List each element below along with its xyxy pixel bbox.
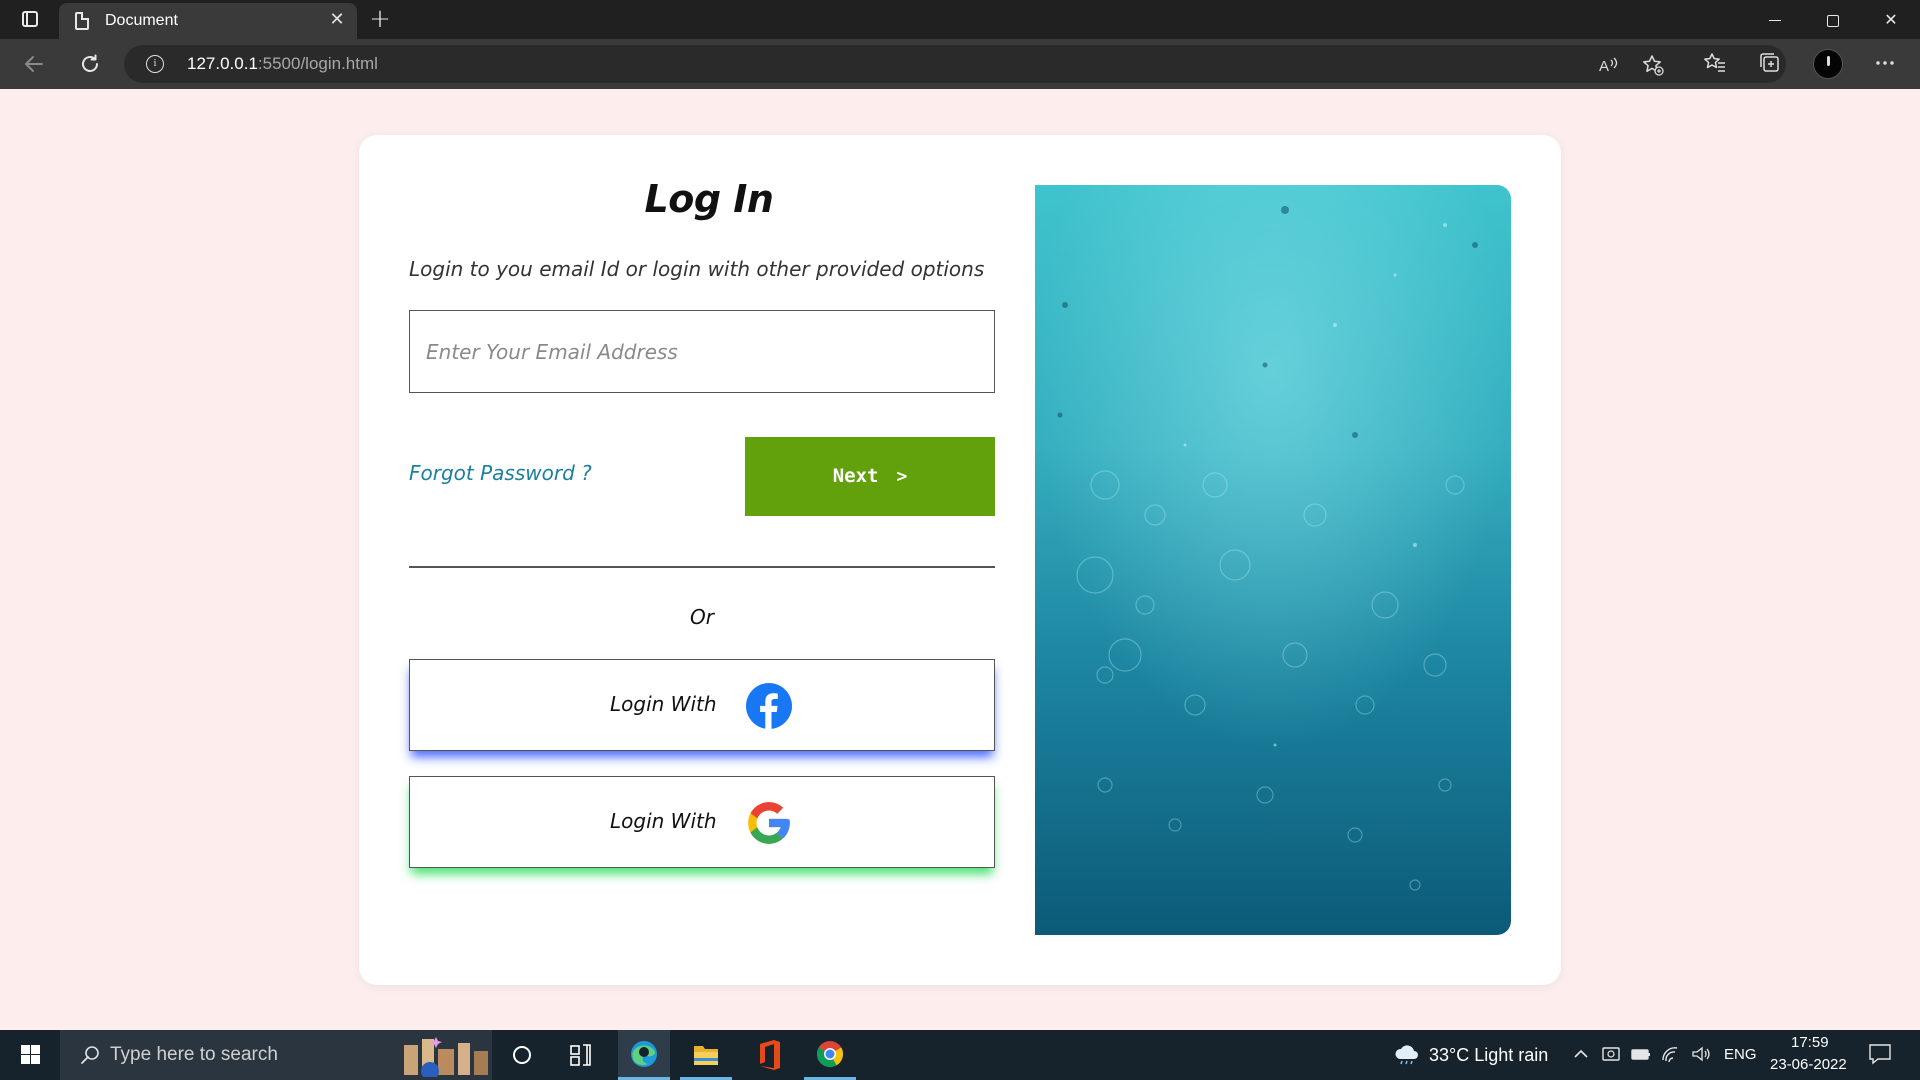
or-separator: Or [690,605,714,629]
battery-icon[interactable] [1630,1043,1652,1065]
read-aloud-icon[interactable]: A [1597,54,1619,76]
windows-start-icon[interactable] [0,1030,60,1080]
tab-document[interactable]: Document ✕ [59,3,357,39]
divider [409,566,995,568]
favorites-icon[interactable] [1701,51,1729,77]
chevron-up-icon[interactable] [1570,1043,1592,1065]
close-window-button[interactable]: ✕ [1862,0,1920,39]
language-indicator[interactable]: ENG [1724,1046,1757,1063]
google-icon [748,802,790,844]
login-with-facebook-button[interactable]: Login With [409,659,995,751]
clock-time[interactable]: 17:59 [1791,1034,1829,1051]
restore-button[interactable] [1804,0,1862,39]
search-placeholder: Type here to search [110,1044,278,1065]
new-tab-button[interactable]: + [366,6,394,34]
forgot-password-link[interactable]: Forgot Password ? [409,461,592,485]
volume-icon[interactable] [1690,1043,1712,1065]
cortana-icon[interactable] [496,1030,548,1080]
back-icon[interactable] [18,50,50,78]
chrome-icon[interactable] [804,1030,856,1080]
google-button-label: Login With [610,809,717,833]
address-bar[interactable]: i 127.0.0.1:5500/login.html A [124,45,1786,83]
profile-icon[interactable] [1813,49,1843,79]
search-icon [81,1046,99,1064]
url-text[interactable]: 127.0.0.1:5500/login.html [187,54,378,74]
email-field[interactable] [409,310,995,393]
facebook-button-label: Login With [610,692,717,716]
tab-actions-icon[interactable] [14,8,46,32]
login-with-google-button[interactable]: Login With [409,776,995,868]
document-icon [75,12,89,30]
reload-icon[interactable] [74,50,106,78]
page-title: Log In [644,177,774,221]
office-icon[interactable] [742,1030,794,1080]
notifications-icon[interactable] [1866,1043,1894,1065]
weather-text[interactable]: 33°C Light rain [1429,1045,1548,1066]
search-highlight-illustration-icon [404,1037,488,1077]
page-viewport: Log In Login to you email Id or login wi… [0,89,1920,1030]
tab-title: Document [105,12,178,29]
taskbar-search-box[interactable]: Type here to search [60,1030,492,1080]
chevron-right-icon: > [896,466,908,487]
collections-icon[interactable] [1756,51,1784,77]
minimize-button[interactable] [1746,0,1804,39]
clock-date[interactable]: 23-06-2022 [1770,1056,1847,1073]
windows-taskbar: Type here to search 33°C Light rain ENG … [0,1030,1920,1080]
url-path: :5500/login.html [257,54,378,73]
tab-close-button[interactable]: ✕ [326,9,348,31]
site-info-icon[interactable]: i [146,55,164,73]
url-host: 127.0.0.1 [187,54,258,73]
water-hero-image [1035,185,1511,935]
login-card: Log In Login to you email Id or login wi… [359,135,1561,985]
file-explorer-icon[interactable] [680,1030,732,1080]
meet-now-icon[interactable] [1600,1043,1622,1065]
more-icon[interactable] [1871,51,1899,77]
edge-icon[interactable] [618,1030,670,1080]
browser-titlebar: Document ✕ + ✕ [0,0,1920,39]
svg-text:A: A [1599,58,1609,75]
browser-toolbar: i 127.0.0.1:5500/login.html A [0,39,1920,89]
weather-rain-icon[interactable] [1392,1043,1422,1065]
next-button[interactable]: Next > [745,437,995,516]
login-subtitle: Login to you email Id or login with othe… [409,257,985,281]
task-view-icon[interactable] [554,1030,606,1080]
facebook-icon [746,683,792,729]
next-button-label: Next [832,465,879,487]
wifi-icon[interactable] [1660,1043,1682,1065]
add-favorite-icon[interactable] [1642,54,1664,76]
